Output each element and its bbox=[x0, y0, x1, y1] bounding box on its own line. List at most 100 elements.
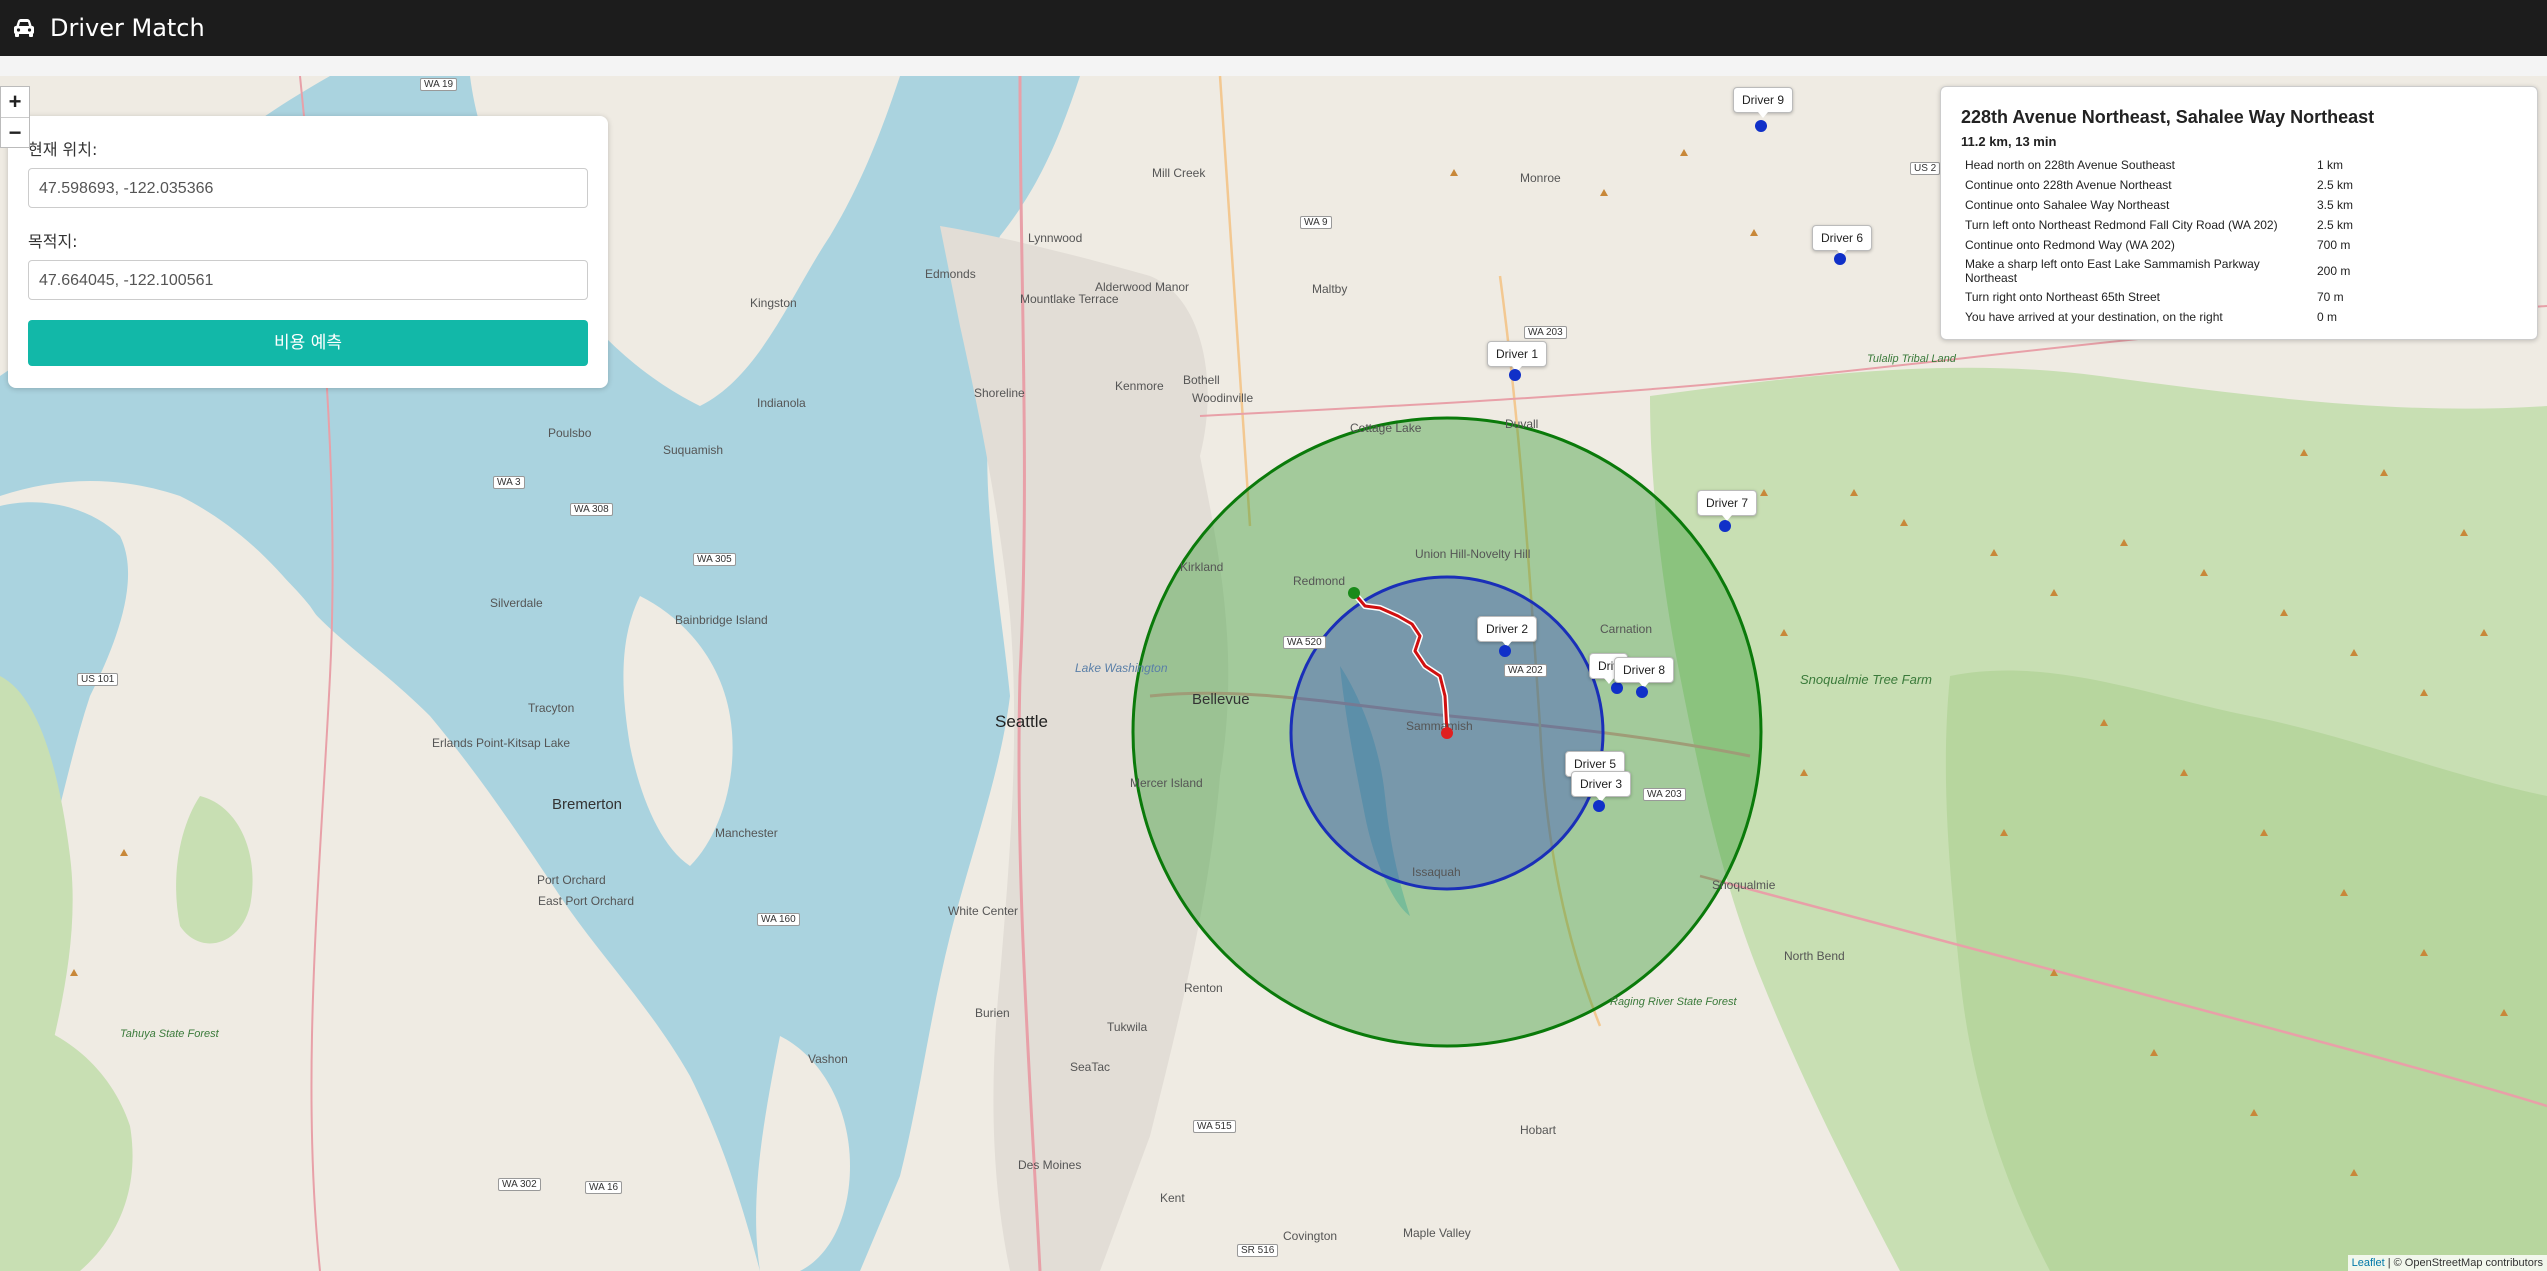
map-label-bothell: Bothell bbox=[1183, 373, 1220, 387]
map-label-bremerton: Bremerton bbox=[552, 796, 623, 813]
map-label-duvall: Duvall bbox=[1505, 417, 1539, 431]
leaflet-link[interactable]: Leaflet bbox=[2352, 1257, 2385, 1269]
map-label-shoreline: Shoreline bbox=[974, 386, 1025, 400]
highway-shield: WA 515 bbox=[1193, 1120, 1236, 1133]
route-summary: 11.2 km, 13 min bbox=[1961, 134, 2057, 149]
map-label-bainbridge: Bainbridge Island bbox=[675, 613, 768, 627]
map-label-mercer-island: Mercer Island bbox=[1130, 776, 1203, 790]
driver-marker[interactable] bbox=[1834, 253, 1846, 265]
map-label-des-moines: Des Moines bbox=[1018, 1158, 1082, 1172]
map-label-kenmore: Kenmore bbox=[1115, 379, 1164, 393]
driver-marker[interactable] bbox=[1719, 520, 1731, 532]
driver-marker[interactable] bbox=[1755, 120, 1767, 132]
highway-shield: WA 202 bbox=[1504, 664, 1547, 677]
map-label-burien: Burien bbox=[975, 1006, 1010, 1020]
route-step-row[interactable]: Make a sharp left onto East Lake Sammami… bbox=[1961, 255, 2357, 287]
map-label-silverdale: Silverdale bbox=[490, 596, 543, 610]
map-label-covington: Covington bbox=[1283, 1229, 1338, 1243]
destination-marker[interactable] bbox=[1441, 727, 1453, 739]
map-label-tahuya: Tahuya State Forest bbox=[120, 1028, 219, 1040]
highway-shield: WA 302 bbox=[498, 1178, 541, 1191]
driver-popup: Driver 3 bbox=[1571, 771, 1632, 802]
map-label-port-orchard: Port Orchard bbox=[537, 873, 606, 887]
header-spacer bbox=[0, 56, 2547, 76]
route-step-row[interactable]: Continue onto Sahalee Way Northeast 3.5 k… bbox=[1961, 195, 2357, 215]
map-label-edmonds: Edmonds bbox=[925, 267, 976, 281]
route-step-row[interactable]: Turn right onto Northeast 65th Street 70 … bbox=[1961, 287, 2357, 307]
driver-popup: Driver 1 bbox=[1487, 341, 1548, 372]
route-step-row[interactable]: Turn left onto Northeast Redmond Fall Ci… bbox=[1961, 215, 2357, 235]
highway-shield: WA 160 bbox=[757, 913, 800, 926]
map-label-redmond: Redmond bbox=[1293, 574, 1346, 588]
route-step-row[interactable]: You have arrived at your destination, on… bbox=[1961, 307, 2357, 327]
map-label-hobart: Hobart bbox=[1520, 1123, 1557, 1137]
map-label-poulsbo: Poulsbo bbox=[548, 426, 592, 440]
driver-popup: Driver 9 bbox=[1733, 87, 1794, 118]
map-label-bellevue: Bellevue bbox=[1192, 691, 1250, 708]
highway-shield: WA 16 bbox=[585, 1181, 623, 1194]
highway-shield: US 2 bbox=[1910, 162, 1941, 175]
current-location-label: 현재 위치: bbox=[28, 140, 98, 159]
route-step-row[interactable]: Continue onto Redmond Way (WA 202) 700 m bbox=[1961, 235, 2357, 255]
map-label-mill-creek: Mill Creek bbox=[1152, 166, 1206, 180]
map-label-tulalip: Tulalip Tribal Land bbox=[1867, 353, 1956, 365]
map-label-suquamish: Suquamish bbox=[663, 443, 724, 457]
app-header: Driver Match bbox=[0, 0, 2547, 56]
driver-marker[interactable] bbox=[1499, 645, 1511, 657]
driver-marker[interactable] bbox=[1509, 369, 1521, 381]
map-label-cottage-lake: Cottage Lake bbox=[1350, 421, 1422, 435]
map-label-indianola: Indianola bbox=[757, 396, 806, 410]
route-step-row[interactable]: Head north on 228th Avenue Southeast 1 km bbox=[1961, 155, 2357, 175]
car-icon bbox=[14, 19, 34, 37]
current-location-input[interactable]: 47.598693, -122.035366 bbox=[28, 168, 588, 208]
map-label-issaquah: Issaquah bbox=[1412, 865, 1461, 879]
map-label-tracyton: Tracyton bbox=[528, 701, 575, 715]
map-label-carnation: Carnation bbox=[1600, 622, 1653, 636]
map-label-snoqualmie: Snoqualmie bbox=[1712, 878, 1776, 892]
highway-shield: WA 203 bbox=[1524, 326, 1567, 339]
map-label-sammamish: Sammamish bbox=[1406, 719, 1473, 733]
map-label-erlands-point: Erlands Point-Kitsap Lake bbox=[432, 736, 571, 750]
driver-popup: Driver 8 bbox=[1614, 657, 1675, 688]
map-label-seattle: Seattle bbox=[995, 712, 1048, 731]
map-label-manchester: Manchester bbox=[715, 826, 778, 840]
map-attribution: Leaflet | © OpenStreetMap contributors bbox=[2347, 1255, 2547, 1271]
map-label-east-port-orchard: East Port Orchard bbox=[538, 894, 635, 908]
driver-marker[interactable] bbox=[1611, 682, 1623, 694]
driver-marker[interactable] bbox=[1593, 800, 1605, 812]
map-label-raging-river: Raging River State Forest bbox=[1610, 996, 1737, 1008]
destination-label: 목적지: bbox=[28, 232, 78, 251]
map-label-woodinville: Woodinville bbox=[1192, 391, 1254, 405]
map-label-snoqualmie-tree-farm: Snoqualmie Tree Farm bbox=[1800, 672, 1932, 687]
route-steps-table: Head north on 228th Avenue Southeast 1 km… bbox=[1961, 155, 2357, 327]
zoom-out-button[interactable]: − bbox=[1, 117, 29, 147]
map-label-kent: Kent bbox=[1160, 1191, 1185, 1205]
driver-marker[interactable] bbox=[1636, 686, 1648, 698]
map-label-north-bend: North Bend bbox=[1784, 949, 1845, 963]
route-instructions-panel: 228th Avenue Northeast, Sahalee Way Nort… bbox=[1940, 86, 2538, 340]
highway-shield: US 101 bbox=[77, 673, 119, 686]
map-label-tukwila: Tukwila bbox=[1107, 1020, 1148, 1034]
route-step-row[interactable]: Continue onto 228th Avenue Northeast 2.5 … bbox=[1961, 175, 2357, 195]
predict-cost-button[interactable]: 비용 예측 bbox=[28, 320, 588, 366]
trip-form: 현재 위치: 47.598693, -122.035366 목적지: 47.66… bbox=[8, 116, 608, 388]
map-label-kirkland: Kirkland bbox=[1180, 560, 1224, 574]
destination-input[interactable]: 47.664045, -122.100561 bbox=[28, 260, 588, 300]
driver-popup: Driver 6 bbox=[1812, 225, 1873, 256]
map-label-lake-washington: Lake Washington bbox=[1075, 661, 1168, 675]
map-label-renton: Renton bbox=[1184, 981, 1223, 995]
zoom-in-button[interactable]: + bbox=[1, 87, 29, 117]
map-label-maltby: Maltby bbox=[1312, 282, 1348, 296]
map-label-mountlake-terrace: Mountlake Terrace bbox=[1020, 292, 1119, 306]
origin-marker[interactable] bbox=[1348, 587, 1360, 599]
zoom-control: + − bbox=[0, 86, 30, 148]
highway-shield: WA 19 bbox=[420, 78, 458, 91]
map-label-lynnwood: Lynnwood bbox=[1028, 231, 1083, 245]
route-title: 228th Avenue Northeast, Sahalee Way Nort… bbox=[1961, 107, 2375, 127]
app-title: Driver Match bbox=[50, 14, 205, 42]
highway-shield: WA 520 bbox=[1283, 636, 1326, 649]
highway-shield: WA 305 bbox=[693, 553, 736, 566]
map-label-kingston: Kingston bbox=[750, 296, 797, 310]
map-label-maple-valley: Maple Valley bbox=[1403, 1226, 1471, 1240]
map-label-white-center: White Center bbox=[948, 904, 1019, 918]
